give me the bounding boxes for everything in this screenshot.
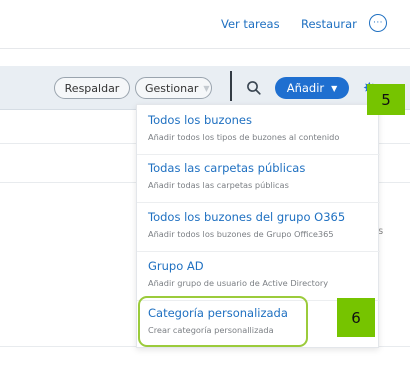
menu-item-title: Todos los buzones del grupo O365 bbox=[148, 210, 346, 224]
menu-item-all-public-folders[interactable]: Todas las carpetas públicas Añadir todas… bbox=[137, 153, 380, 203]
ellipsis-glyph: ··· bbox=[372, 17, 384, 28]
step-badge-5: 5 bbox=[367, 84, 405, 115]
menu-item-title: Todos los buzones bbox=[148, 113, 252, 127]
menu-item-title: Todas las carpetas públicas bbox=[148, 161, 306, 175]
top-divider bbox=[0, 48, 410, 49]
backup-button-label: Respaldar bbox=[64, 81, 120, 95]
menu-item-ad-group[interactable]: Grupo AD Añadir grupo de usuario de Acti… bbox=[137, 251, 380, 301]
menu-item-description: Añadir todos los buzones de Grupo Office… bbox=[148, 229, 334, 239]
menu-item-description: Añadir grupo de usuario de Active Direct… bbox=[148, 278, 329, 288]
caret-down-icon: ▼ bbox=[331, 83, 338, 93]
chevron-down-icon: ▼ bbox=[203, 83, 210, 93]
add-button-label: Añadir bbox=[286, 81, 325, 95]
search-icon[interactable] bbox=[244, 78, 264, 98]
toolbar-separator bbox=[230, 71, 232, 101]
step-badge-6: 6 bbox=[337, 298, 375, 337]
restore-link[interactable]: Restaurar bbox=[301, 17, 357, 31]
more-options-icon[interactable]: ··· bbox=[369, 14, 387, 32]
add-button[interactable]: Añadir ▼ bbox=[275, 77, 349, 99]
menu-item-description: Añadir todas las carpetas públicas bbox=[148, 180, 289, 190]
manage-dropdown-button[interactable]: Gestionar ▼ bbox=[135, 77, 212, 99]
view-tasks-link[interactable]: Ver tareas bbox=[221, 17, 280, 31]
backup-button[interactable]: Respaldar bbox=[54, 77, 130, 99]
menu-item-description: Añadir todos los tipos de buzones al con… bbox=[148, 132, 340, 142]
menu-item-title: Grupo AD bbox=[148, 259, 204, 273]
top-action-bar: Ver tareas Restaurar ··· bbox=[0, 0, 410, 50]
custom-category-highlight bbox=[138, 296, 308, 347]
menu-item-all-mailboxes[interactable]: Todos los buzones Añadir todos los tipos… bbox=[137, 105, 380, 155]
menu-item-o365-group-mailboxes[interactable]: Todos los buzones del grupo O365 Añadir … bbox=[137, 202, 380, 252]
manage-button-label: Gestionar bbox=[145, 81, 199, 95]
